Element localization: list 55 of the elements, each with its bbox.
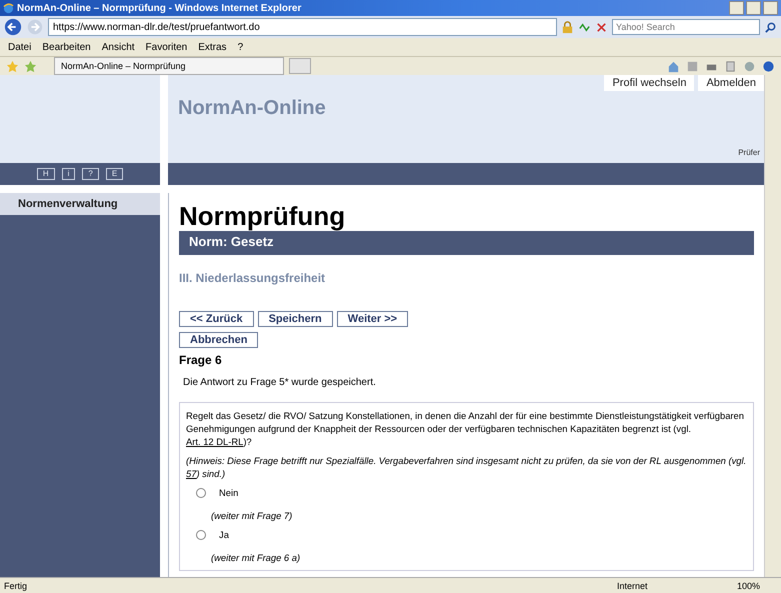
new-tab-button[interactable] [289, 58, 311, 74]
app-title: NormAn-Online [177, 96, 327, 120]
question-text: Regelt das Gesetz/ die RVO/ Satzung Konstellationen, in denen die Anzahl der für eine bestimmte Dienstleistungstätigkeit verfügbaren Genehmigungen aufgrund der Knappheit der Ressourcen oder der verfügbaren technischen Kapazitäten begrenzt ist (vgl. Art. 12 DL-RL)? [186, 409, 745, 448]
section-title: III. Niederlassungsfreiheit [179, 271, 326, 285]
address-field[interactable]: https://www.norman-dlr.de/test/pruefantwort.do [48, 18, 557, 36]
menu-item[interactable]: ? [238, 42, 244, 52]
sidebar-item[interactable]: Normenverwaltung [0, 193, 160, 215]
menu-item[interactable]: Ansicht [102, 42, 135, 52]
browser-tab[interactable]: NormAn-Online – Normprüfung [54, 57, 284, 75]
zoom-level[interactable]: 100% [737, 580, 777, 590]
nav-button[interactable]: << Zurück [179, 311, 254, 327]
article-link[interactable]: Art. 12 DL-RL [186, 436, 244, 447]
page-icon[interactable] [724, 60, 737, 72]
header-link[interactable]: Profil wechseln [604, 75, 694, 91]
scrollbar[interactable] [764, 75, 781, 577]
option-label: Nein [219, 486, 238, 499]
window-title: NormAn-Online – Normprüfung - Windows Internet Explorer [17, 2, 302, 14]
home-icon[interactable] [667, 60, 680, 72]
nav-button[interactable]: Speichern [258, 311, 333, 327]
menu-item[interactable]: Extras [198, 42, 227, 52]
page-heading: Normprüfung [179, 201, 346, 231]
option-label: Ja [219, 528, 229, 541]
shortcut-button[interactable]: i [62, 168, 76, 180]
shortcut-button[interactable]: ? [82, 168, 99, 180]
menu-item[interactable]: Favoriten [146, 42, 188, 52]
option-note: (weiter mit Frage 6 a) [211, 551, 302, 564]
option-note: (weiter mit Frage 7) [211, 509, 294, 522]
add-favorite-icon[interactable] [24, 60, 37, 72]
question-title: Frage 6 [179, 353, 223, 367]
cancel-button[interactable]: Abbrechen [179, 332, 258, 348]
shortcut-button[interactable]: E [106, 168, 124, 180]
radio-button[interactable] [196, 488, 206, 498]
back-icon[interactable] [4, 18, 22, 36]
menu-item[interactable]: Datei [8, 42, 32, 52]
search-field[interactable]: Yahoo! Search [612, 19, 760, 35]
close-icon[interactable] [595, 20, 608, 34]
shortcut-button[interactable]: H [36, 168, 55, 180]
menu-item[interactable]: Bearbeiten [42, 42, 91, 52]
radio-button[interactable] [196, 530, 206, 540]
search-icon[interactable] [764, 20, 777, 34]
minimize-button[interactable] [729, 1, 744, 15]
nav-button[interactable]: Weiter >> [336, 311, 408, 327]
hint-text: (Hinweis: Diese Frage betrifft nur Spezialfälle. Vergabeverfahren sind insgesamt nicht zu prüfen, da sie von der RL ausgenommen (vgl. 57) sind.) [186, 454, 747, 480]
norm-bar: Norm: Gesetz [179, 231, 754, 255]
security-zone: Internet [617, 580, 649, 590]
lock-icon[interactable] [561, 20, 574, 34]
reference-link[interactable]: 57 [186, 468, 196, 479]
saved-message: Die Antwort zu Frage 5* wurde gespeichert. [183, 377, 377, 388]
browser-logo-icon [3, 2, 14, 14]
maximize-button[interactable] [746, 1, 761, 15]
user-role: Prüfer [737, 148, 761, 159]
status-text: Fertig [4, 580, 28, 590]
star-icon[interactable] [6, 60, 19, 72]
close-button[interactable] [763, 1, 778, 15]
header-link[interactable]: Abmelden [698, 75, 764, 91]
